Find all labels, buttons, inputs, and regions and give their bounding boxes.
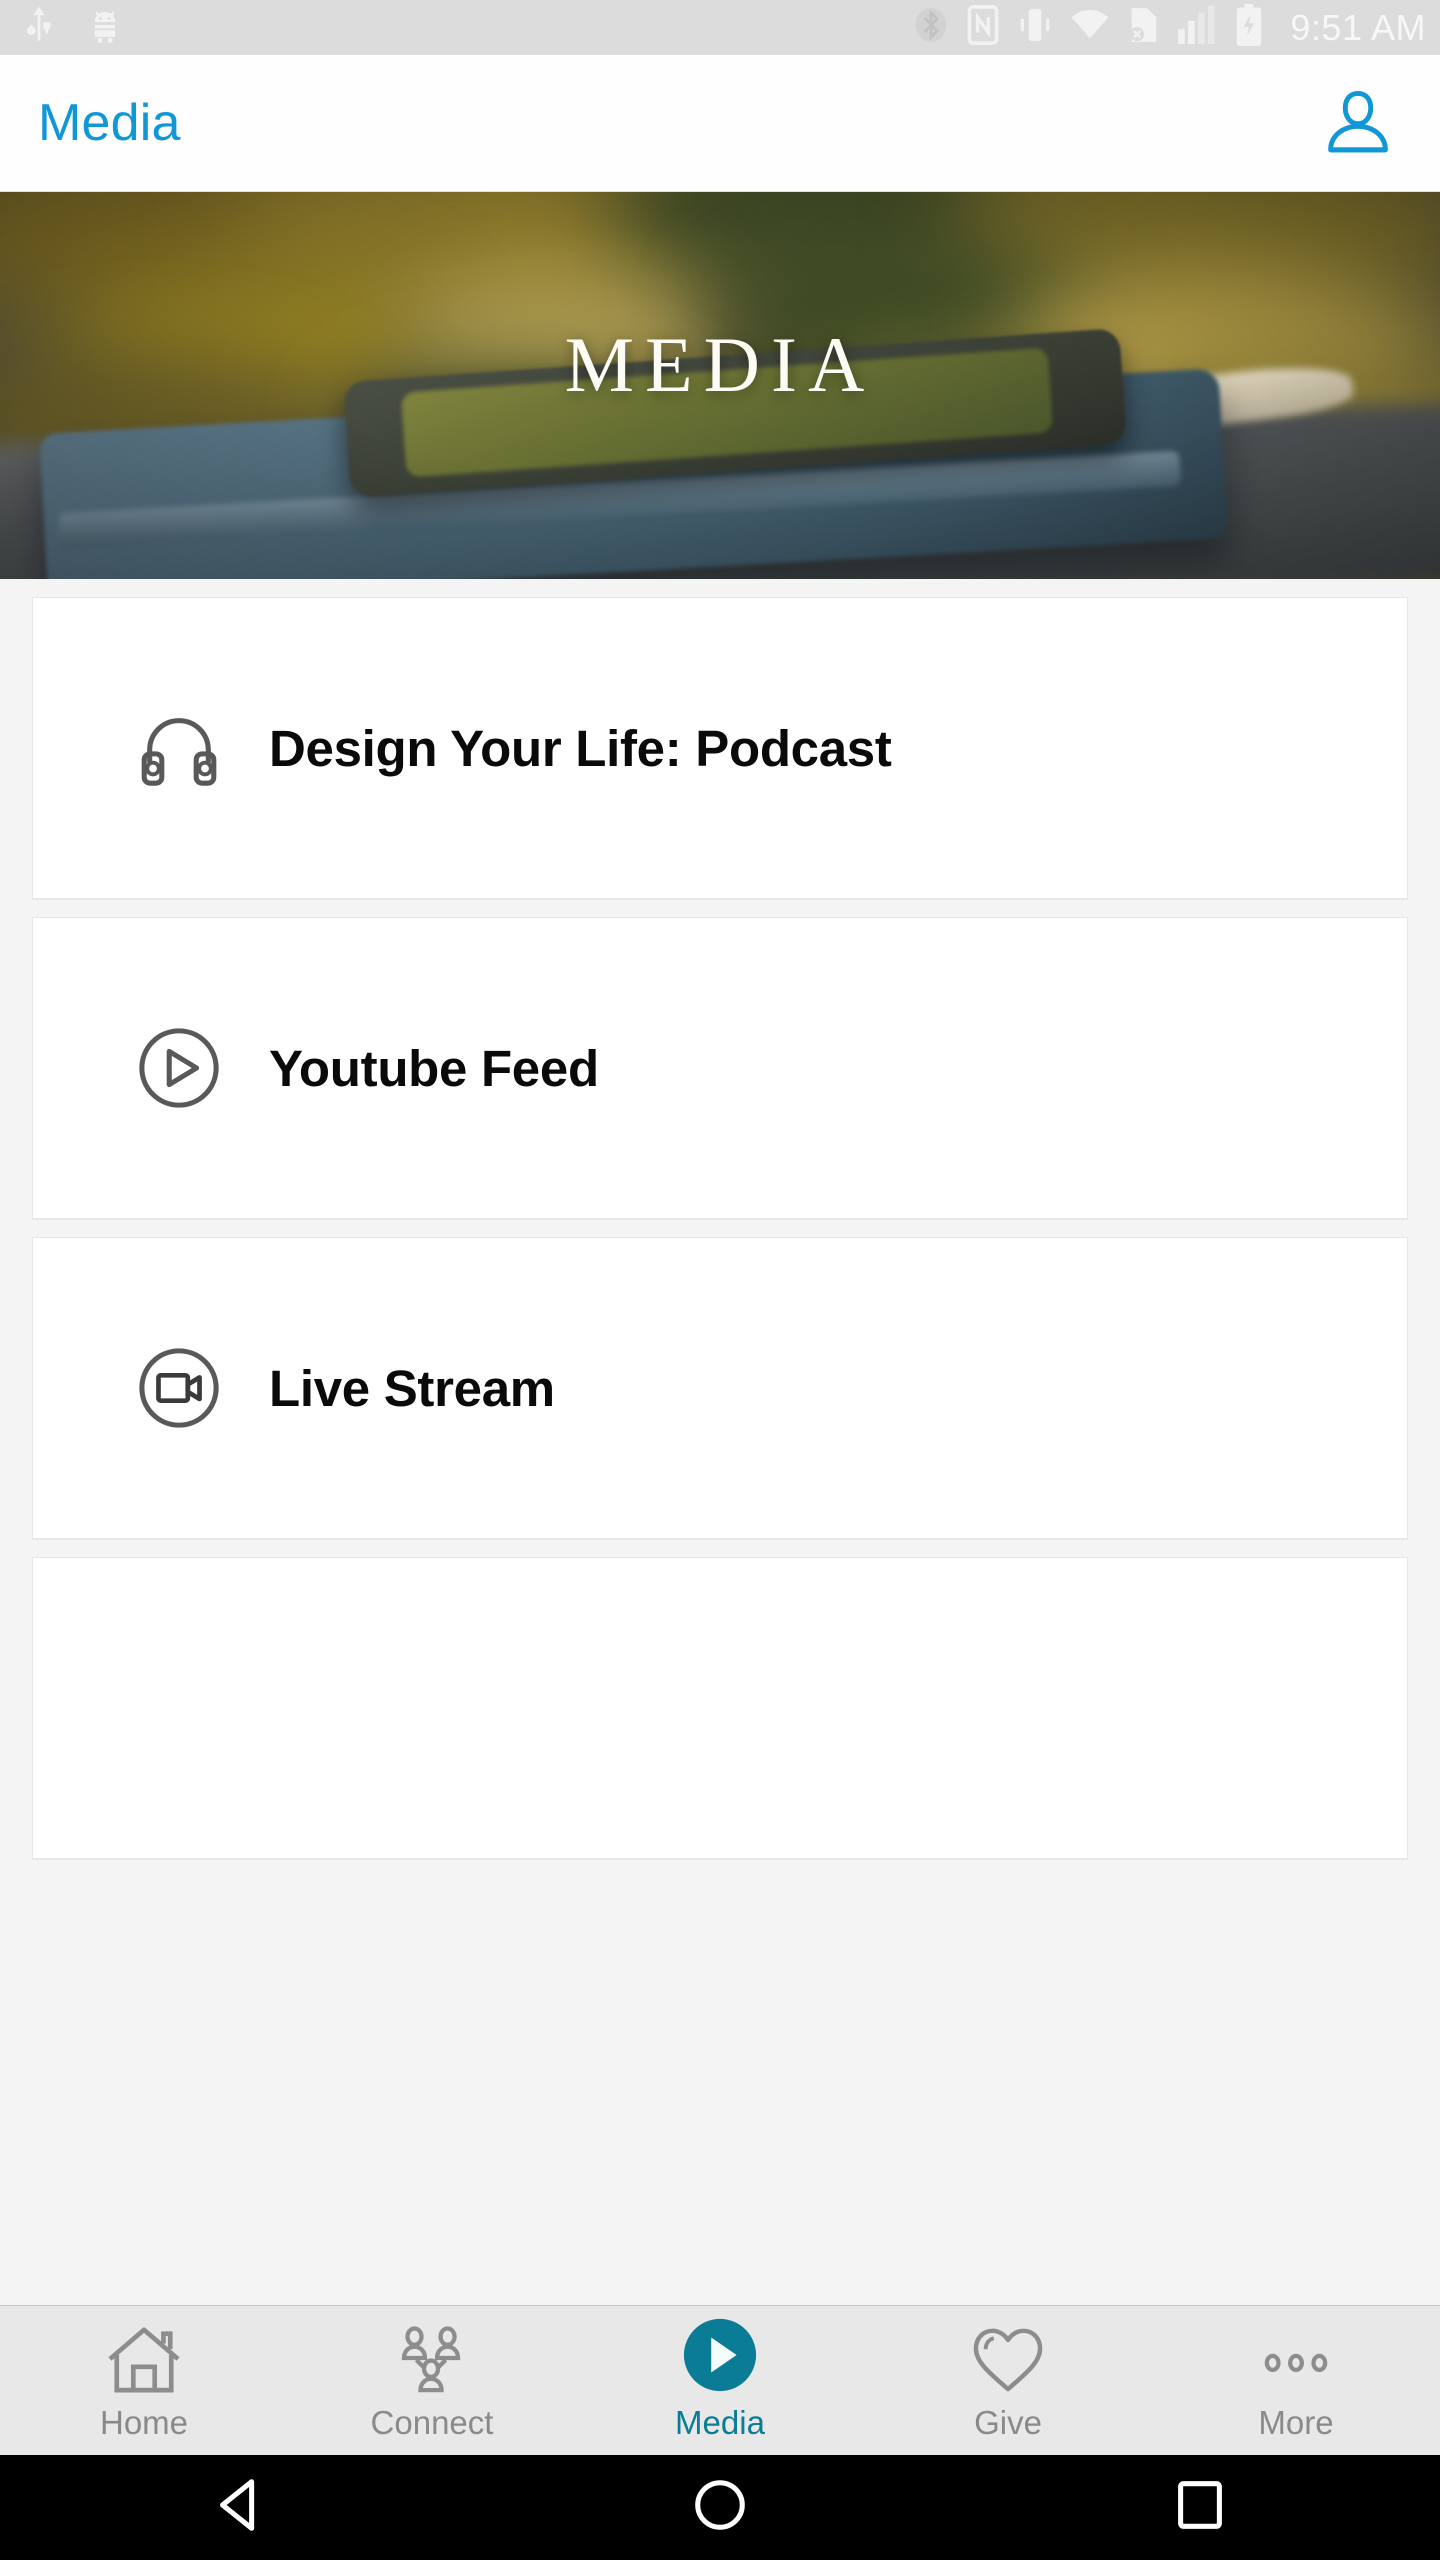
video-camera-circle-icon — [131, 1340, 227, 1436]
back-button[interactable] — [135, 2474, 345, 2541]
triangle-left-icon — [209, 2474, 271, 2541]
list-item[interactable]: Design Your Life: Podcast — [32, 597, 1408, 899]
tab-label: Media — [675, 2403, 765, 2441]
headphones-icon — [131, 700, 227, 796]
list-item-icon-placeholder — [131, 1660, 227, 1756]
vibrate-icon — [1017, 6, 1053, 49]
status-bar: 9:51 AM — [0, 0, 1440, 55]
wifi-icon — [1070, 8, 1110, 47]
tab-label: Give — [974, 2403, 1042, 2441]
ellipsis-icon — [1257, 2326, 1335, 2394]
user-profile-icon[interactable] — [1320, 83, 1396, 164]
status-bar-left-icons — [22, 6, 124, 49]
tab-media[interactable]: Media — [576, 2306, 864, 2455]
sd-card-error-icon — [1127, 5, 1161, 50]
tab-home[interactable]: Home — [0, 2306, 288, 2455]
people-icon — [393, 2325, 471, 2394]
heart-icon — [969, 2326, 1047, 2394]
home-icon — [105, 2326, 183, 2394]
usb-icon — [22, 6, 56, 49]
tab-label: Connect — [370, 2403, 494, 2441]
android-system-navigation — [0, 2455, 1440, 2560]
tab-more[interactable]: More — [1152, 2306, 1440, 2455]
hero-banner[interactable]: MEDIA — [0, 192, 1440, 579]
bottom-navigation: Home Connect Media Give More — [0, 2305, 1440, 2455]
list-item[interactable]: Youtube Feed — [32, 917, 1408, 1219]
list-item-label: Design Your Life: Podcast — [269, 719, 892, 777]
list-item[interactable] — [32, 1557, 1408, 1859]
nfc-icon — [966, 5, 1000, 50]
tab-label: Home — [99, 2403, 189, 2441]
square-icon — [1169, 2474, 1231, 2541]
list-item-label: Youtube Feed — [269, 1039, 599, 1097]
app-header-actions — [1320, 83, 1396, 164]
bluetooth-off-icon — [913, 5, 949, 50]
tab-label: More — [1258, 2403, 1334, 2441]
page-title: Media — [38, 94, 181, 152]
circle-icon — [689, 2474, 751, 2541]
play-circle-icon — [131, 1020, 227, 1116]
status-bar-right-icons: 9:51 AM — [913, 4, 1426, 51]
cellular-signal-icon — [1178, 6, 1218, 49]
recents-button[interactable] — [1095, 2474, 1305, 2541]
home-button[interactable] — [615, 2474, 825, 2541]
list-item[interactable]: Live Stream — [32, 1237, 1408, 1539]
tab-connect[interactable]: Connect — [288, 2306, 576, 2455]
tab-give[interactable]: Give — [864, 2306, 1152, 2455]
status-bar-clock: 9:51 AM — [1290, 6, 1426, 48]
android-debug-icon — [86, 7, 124, 48]
media-list: Design Your Life: Podcast Youtube Feed L… — [0, 579, 1440, 2305]
list-item-label: Live Stream — [269, 1359, 555, 1417]
app-header: Media — [0, 55, 1440, 192]
hero-overlay-title: MEDIA — [564, 320, 876, 408]
play-circle-filled-icon — [681, 2318, 759, 2394]
battery-charging-icon — [1235, 4, 1263, 51]
